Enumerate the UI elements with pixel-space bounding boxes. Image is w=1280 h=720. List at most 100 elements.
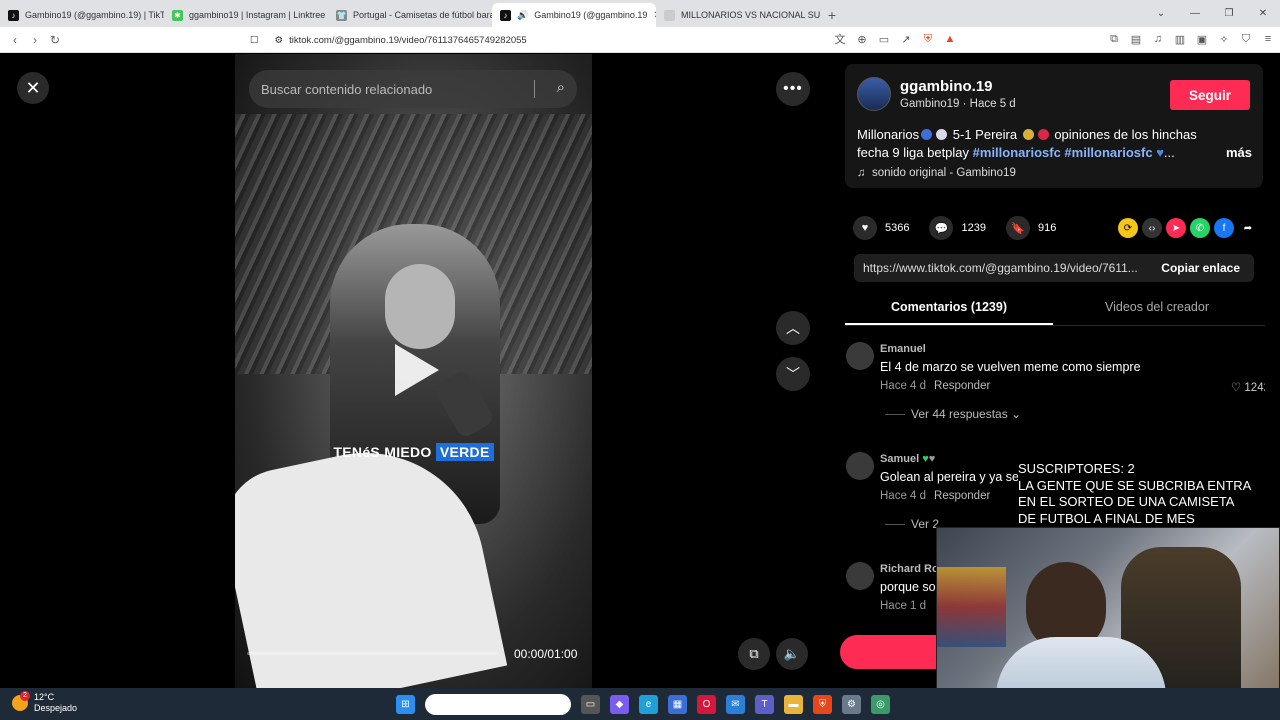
- previous-video-button[interactable]: ︿: [776, 311, 810, 345]
- zoom-icon[interactable]: ⊕: [854, 31, 870, 47]
- close-window-icon[interactable]: ✕: [1246, 0, 1280, 27]
- browser-tab[interactable]: ✱ ggambino19 | Instagram | Linktree: [164, 3, 328, 27]
- brave-icon[interactable]: ⛨: [813, 695, 832, 714]
- hashtag-link[interactable]: #millonariosfc: [973, 145, 1061, 160]
- vpn-icon[interactable]: ⛉: [1238, 31, 1254, 47]
- pip-button[interactable]: ⧉: [738, 638, 770, 670]
- whatsapp-icon[interactable]: ✆: [1190, 218, 1210, 238]
- embed-icon[interactable]: ‹›: [1142, 218, 1162, 238]
- subscribers-overlay: SUSCRIPTORES: 2 LA GENTE QUE SE SUBCRIBA…: [1018, 461, 1280, 527]
- bookmark-icon[interactable]: ☐: [250, 35, 259, 46]
- brave-shield-icon[interactable]: ⛨: [920, 31, 936, 47]
- store-icon[interactable]: ▦: [668, 695, 687, 714]
- next-video-button[interactable]: ﹀: [776, 357, 810, 391]
- volume-button[interactable]: 🔈: [776, 638, 808, 670]
- video-progress-bar[interactable]: [247, 652, 497, 655]
- weather-widget[interactable]: 2 12°C Despejado: [12, 691, 77, 714]
- video-link-text[interactable]: https://www.tiktok.com/@ggambino.19/vide…: [854, 261, 1149, 275]
- url-field[interactable]: ☐ ⚙ tiktok.com/@ggambino.19/video/761137…: [250, 30, 850, 50]
- copilot-icon[interactable]: ◆: [610, 695, 629, 714]
- facebook-icon[interactable]: f: [1214, 218, 1234, 238]
- chevron-down-icon: ﹀: [786, 366, 800, 382]
- search-icon[interactable]: ⌕: [557, 79, 565, 96]
- tab-creator-videos[interactable]: Videos del creador: [1053, 296, 1261, 325]
- back-icon[interactable]: ‹: [5, 33, 25, 47]
- taskbar-apps: ⊞ ⌕ Buscar ▭ ◆ e ▦ O ✉ T ▬ ⛨ ⚙ ◎: [396, 694, 890, 715]
- windows-start-icon[interactable]: ⊞: [396, 695, 415, 714]
- media-icon[interactable]: ♫: [1150, 31, 1166, 47]
- commenter-avatar[interactable]: [846, 452, 874, 480]
- author-username[interactable]: ggambino.19: [900, 78, 993, 95]
- more-link[interactable]: más: [1226, 144, 1252, 162]
- like-stat[interactable]: ♥ 5366: [853, 216, 909, 240]
- rewards-icon[interactable]: ▲: [942, 31, 958, 47]
- hashtag-link[interactable]: #millonariosfc: [1064, 145, 1152, 160]
- sound-link[interactable]: ♫ sonido original - Gambino19: [857, 167, 1016, 179]
- audio-icon[interactable]: 🔊: [517, 10, 528, 21]
- opera-icon[interactable]: O: [697, 695, 716, 714]
- url-text[interactable]: tiktok.com/@ggambino.19/video/7611376465…: [289, 35, 527, 46]
- reply-button[interactable]: Responder: [934, 380, 990, 392]
- comment-text: Golean al pereira y ya se: [880, 470, 1019, 484]
- author-avatar[interactable]: [857, 77, 891, 111]
- share-arrow-icon[interactable]: ➦: [1238, 218, 1258, 238]
- translate-icon[interactable]: 文: [832, 31, 848, 47]
- commenter-name[interactable]: Samuel ♥♥: [880, 453, 935, 465]
- video-timecode: 00:00/01:00: [514, 647, 578, 661]
- wallet-icon[interactable]: ▣: [1194, 31, 1210, 47]
- tab-search-icon[interactable]: ⌄: [1144, 0, 1178, 27]
- comment-meta: Hace 4 d Responder: [880, 490, 990, 502]
- settings-icon[interactable]: ⚙: [842, 695, 861, 714]
- blue-circle-icon: [921, 129, 933, 140]
- leo-icon[interactable]: ✧: [1216, 31, 1232, 47]
- follow-button[interactable]: Seguir: [1170, 80, 1250, 110]
- commenter-avatar[interactable]: [846, 342, 874, 370]
- close-video-button[interactable]: ✕: [17, 72, 49, 104]
- forward-icon[interactable]: ›: [25, 33, 45, 47]
- browser-tab-active[interactable]: ♪🔊Gambino19 (@ggambino.19✕: [492, 3, 656, 27]
- reload-icon[interactable]: ↻: [45, 33, 65, 47]
- reply-button[interactable]: Responder: [934, 490, 990, 502]
- toolbar-icons: ⧉ ▤ ♫ ▥ ▣ ✧ ⛉ ≡: [1106, 31, 1276, 47]
- comment-stat[interactable]: 💬 1239: [929, 216, 986, 240]
- comment-time: Hace 4 d: [880, 380, 927, 392]
- extensions-icon[interactable]: ⧉: [1106, 31, 1122, 47]
- site-info-icon[interactable]: ⚙: [275, 35, 284, 46]
- app-icon[interactable]: ◎: [871, 695, 890, 714]
- new-tab-button[interactable]: +: [820, 3, 844, 27]
- cast-icon[interactable]: ▭: [876, 31, 892, 47]
- edge-icon[interactable]: e: [639, 695, 658, 714]
- yellow-circle-icon: [1022, 129, 1034, 140]
- view-replies-button[interactable]: Ver 2: [885, 517, 939, 531]
- file-explorer-icon[interactable]: ▬: [784, 695, 803, 714]
- browser-tab[interactable]: 👕 Portugal - Camisetas de fútbol barat: [328, 3, 492, 27]
- comment-like-count: 1242: [1244, 382, 1265, 394]
- taskbar-search-input[interactable]: ⌕ Buscar: [425, 694, 571, 715]
- related-search-input[interactable]: Buscar contenido relacionado ⌕: [249, 70, 577, 108]
- send-icon[interactable]: ➤: [1166, 218, 1186, 238]
- save-stat[interactable]: 🔖 916: [1005, 216, 1056, 240]
- copy-link-button[interactable]: Copiar enlace: [1161, 261, 1254, 275]
- share-page-icon[interactable]: ↗: [898, 31, 914, 47]
- commenter-name[interactable]: Emanuel: [880, 343, 926, 355]
- tab-comments[interactable]: Comentarios (1239): [845, 296, 1053, 325]
- browser-tab[interactable]: MILLONARIOS VS NACIONAL SUDAM: [656, 3, 820, 27]
- commenter-name[interactable]: Richard Ro: [880, 563, 939, 575]
- reader-icon[interactable]: ▤: [1128, 31, 1144, 47]
- play-icon[interactable]: [395, 344, 439, 396]
- browser-tab[interactable]: ♪ Gambino19 (@ggambino.19) | TikTok: [0, 3, 164, 27]
- comment-like[interactable]: ♡ 1242: [1231, 380, 1265, 394]
- mail-icon[interactable]: ✉: [726, 695, 745, 714]
- teams-icon[interactable]: T: [755, 695, 774, 714]
- address-bar-row: ‹ › ↻ ☐ ⚙ tiktok.com/@ggambino.19/video/…: [0, 27, 1280, 53]
- task-view-icon[interactable]: ▭: [581, 695, 600, 714]
- more-options-button[interactable]: •••: [776, 72, 810, 106]
- minimize-icon[interactable]: —: [1178, 0, 1212, 27]
- video-player[interactable]: Buscar contenido relacionado ⌕ TENéS MIE…: [235, 54, 592, 688]
- restore-icon[interactable]: ❐: [1212, 0, 1246, 27]
- repost-icon[interactable]: ⟳: [1118, 218, 1138, 238]
- commenter-avatar[interactable]: [846, 562, 874, 590]
- view-replies-button[interactable]: Ver 44 respuestas ⌄: [885, 407, 1021, 421]
- menu-icon[interactable]: ≡: [1260, 31, 1276, 47]
- sidebar-icon[interactable]: ▥: [1172, 31, 1188, 47]
